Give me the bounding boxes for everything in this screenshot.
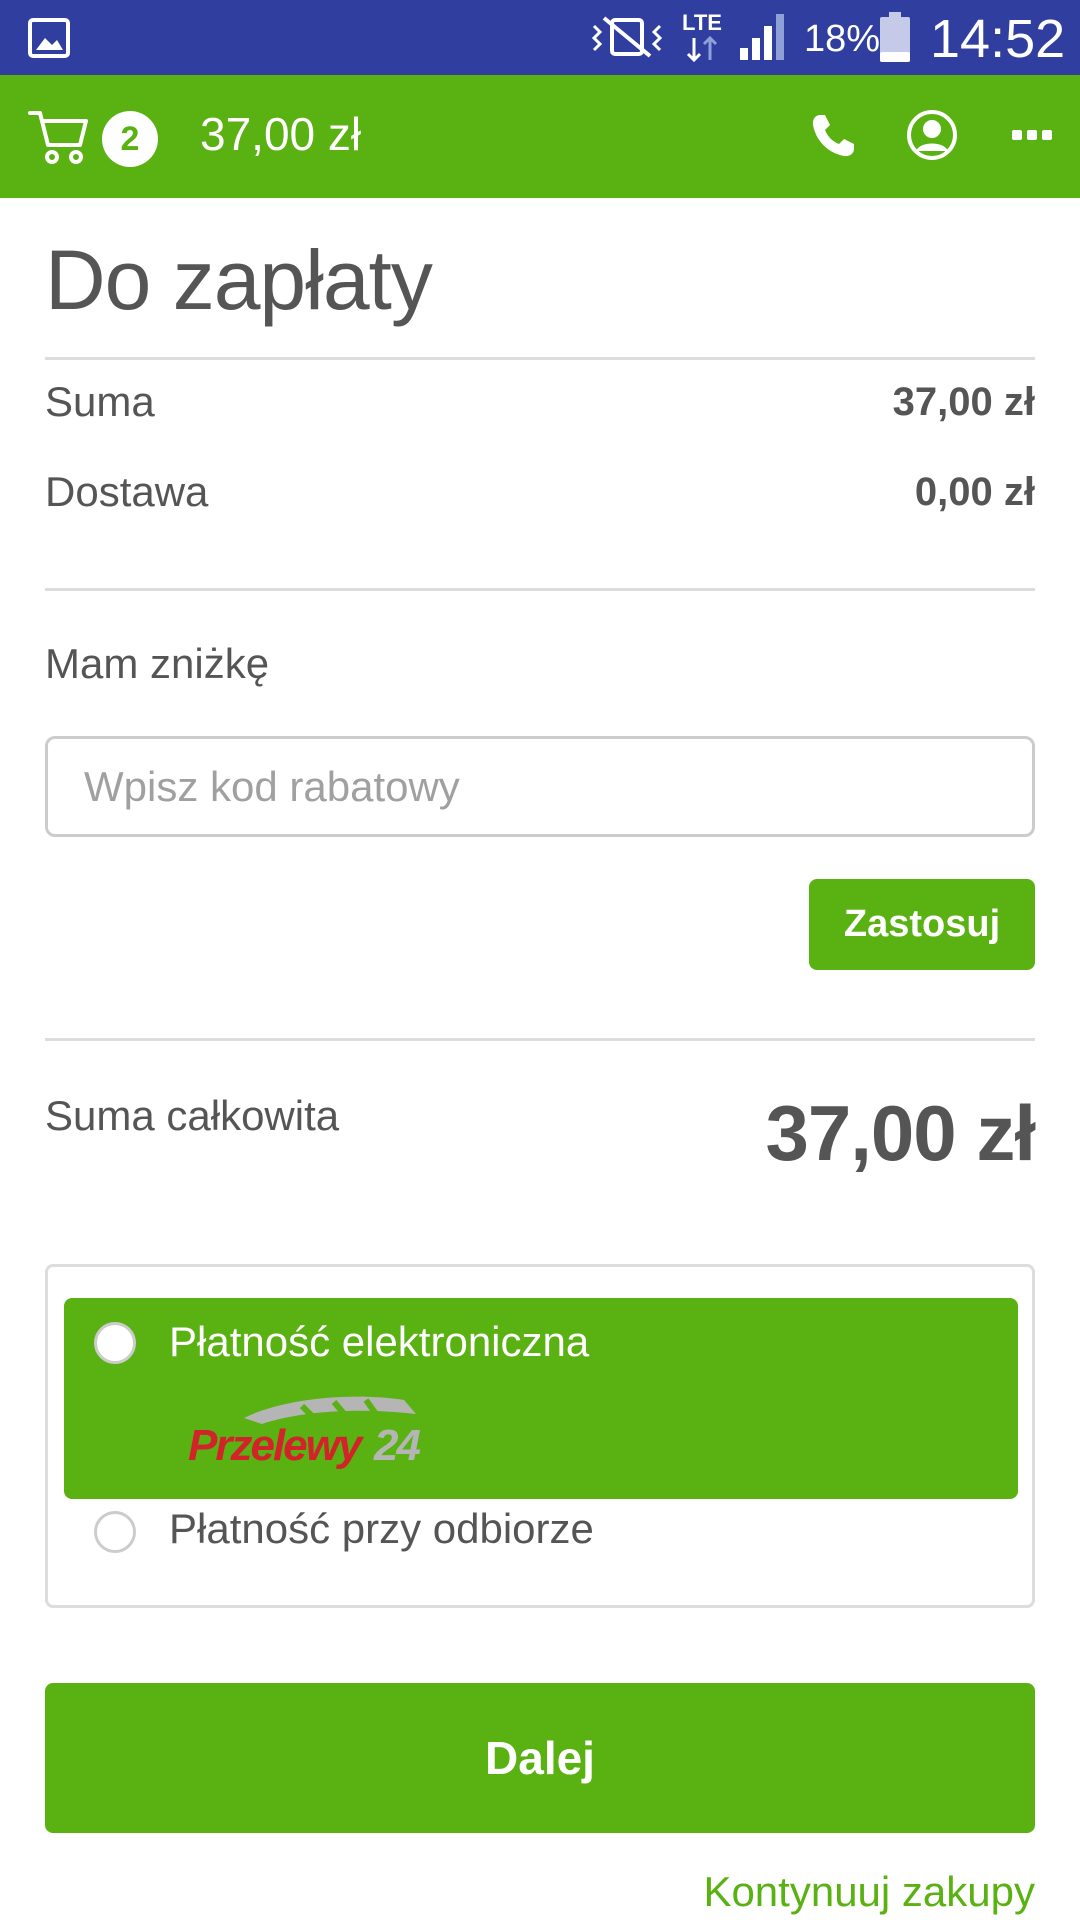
continue-shopping-link[interactable]: Kontynuuj zakupy bbox=[703, 1868, 1035, 1916]
payment-option-label: Płatność przy odbiorze bbox=[169, 1505, 594, 1552]
more-icon[interactable] bbox=[1012, 127, 1052, 143]
grand-total-value: 37,00 zł bbox=[765, 1089, 1036, 1177]
svg-text:Przelewy: Przelewy bbox=[188, 1421, 365, 1470]
payment-methods: Płatność elektroniczna Przelewy 24 Płatn… bbox=[45, 1264, 1035, 1608]
discount-code-input[interactable] bbox=[45, 736, 1035, 837]
delivery-value: 0,00 zł bbox=[914, 470, 1035, 514]
user-icon[interactable] bbox=[906, 109, 958, 161]
signal-icon bbox=[740, 14, 784, 60]
divider bbox=[45, 357, 1035, 360]
svg-text:LTE: LTE bbox=[682, 10, 722, 35]
cart-total[interactable]: 37,00 zł bbox=[200, 107, 361, 161]
delivery-label: Dostawa bbox=[45, 468, 209, 515]
page-title: Do zapłaty bbox=[45, 233, 433, 327]
przelewy24-logo: Przelewy 24 bbox=[188, 1396, 422, 1470]
payment-option-electronic[interactable]: Płatność elektroniczna Przelewy 24 bbox=[64, 1298, 1018, 1499]
battery-percentage: 18% bbox=[804, 18, 881, 60]
vibrate-mute-icon bbox=[591, 16, 663, 58]
apply-discount-button[interactable]: Zastosuj bbox=[809, 879, 1035, 970]
payment-option-label: Płatność elektroniczna bbox=[169, 1318, 590, 1365]
cart-count-badge[interactable]: 2 bbox=[102, 111, 158, 167]
grand-total-label: Suma całkowita bbox=[45, 1092, 340, 1139]
radio-electronic[interactable] bbox=[94, 1322, 136, 1364]
app-header: 2 37,00 zł bbox=[0, 75, 1080, 198]
gallery-icon bbox=[28, 18, 70, 58]
next-button[interactable]: Dalej bbox=[45, 1683, 1035, 1833]
subtotal-value: 37,00 zł bbox=[892, 380, 1035, 424]
clock: 14:52 bbox=[930, 9, 1066, 69]
svg-text:24: 24 bbox=[373, 1421, 420, 1470]
divider bbox=[45, 1038, 1035, 1041]
subtotal-label: Suma bbox=[45, 378, 155, 425]
lte-icon: LTE bbox=[682, 10, 722, 63]
discount-label: Mam zniżkę bbox=[45, 640, 270, 687]
phone-icon[interactable] bbox=[810, 113, 856, 159]
status-bar: LTE 18% 14:52 bbox=[0, 0, 1080, 75]
cart-icon[interactable] bbox=[28, 107, 90, 165]
radio-cod[interactable] bbox=[94, 1511, 136, 1553]
battery-icon bbox=[880, 12, 910, 62]
divider bbox=[45, 588, 1035, 591]
